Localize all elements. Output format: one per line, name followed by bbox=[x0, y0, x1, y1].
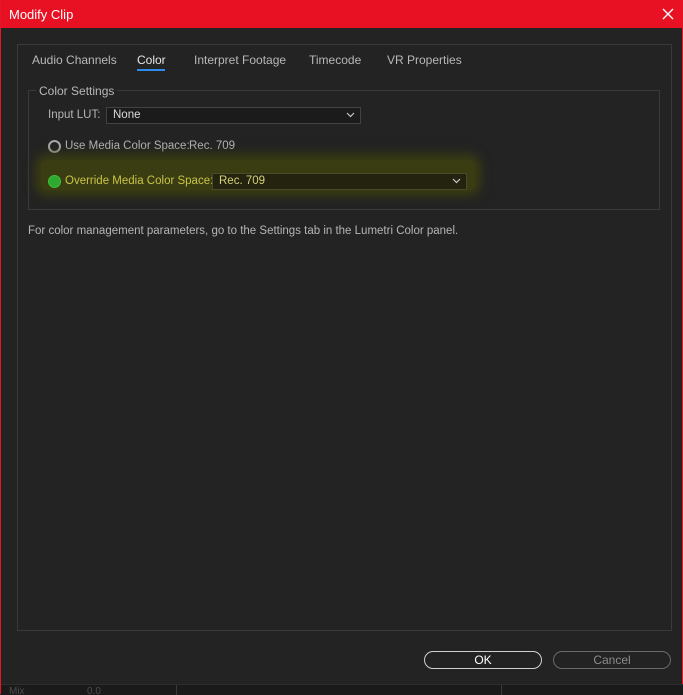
active-tab-indicator bbox=[137, 69, 165, 71]
chevron-down-icon bbox=[452, 178, 461, 184]
tab-timecode[interactable]: Timecode bbox=[309, 53, 361, 67]
title-bar[interactable]: Modify Clip bbox=[1, 0, 683, 28]
override-media-color-space-select[interactable]: Rec. 709 bbox=[212, 173, 467, 190]
input-lut-select[interactable]: None bbox=[106, 107, 361, 124]
tab-bar: Audio Channels Color Interpret Footage T… bbox=[18, 45, 671, 75]
background-panel-strip: Mix 0.0 bbox=[1, 684, 683, 695]
cancel-button[interactable]: Cancel bbox=[553, 651, 671, 669]
color-management-info-text: For color management parameters, go to t… bbox=[28, 225, 459, 237]
color-settings-group: Color Settings Input LUT: None Use Media… bbox=[28, 84, 660, 210]
tab-audio-channels[interactable]: Audio Channels bbox=[32, 53, 117, 67]
content-panel: Audio Channels Color Interpret Footage T… bbox=[17, 44, 672, 631]
tab-color[interactable]: Color bbox=[137, 53, 166, 67]
input-lut-value: None bbox=[113, 109, 141, 121]
input-lut-label: Input LUT: bbox=[48, 109, 101, 121]
close-icon bbox=[662, 8, 674, 20]
window-title: Modify Clip bbox=[9, 7, 74, 22]
override-media-color-space-radio[interactable] bbox=[48, 175, 61, 188]
use-media-color-space-radio[interactable] bbox=[48, 140, 61, 153]
tab-vr-properties[interactable]: VR Properties bbox=[387, 53, 462, 67]
use-media-color-space-label: Use Media Color Space: bbox=[65, 140, 190, 152]
modify-clip-dialog: Modify Clip Audio Channels Color Interpr… bbox=[0, 0, 683, 695]
override-media-color-space-value: Rec. 709 bbox=[219, 175, 266, 187]
tab-interpret-footage[interactable]: Interpret Footage bbox=[194, 53, 286, 67]
close-button[interactable] bbox=[652, 0, 683, 28]
color-settings-title: Color Settings bbox=[36, 84, 118, 98]
override-media-color-space-label: Override Media Color Space: bbox=[65, 175, 214, 187]
use-media-color-space-value: Rec. 709 bbox=[189, 140, 236, 152]
chevron-down-icon bbox=[346, 112, 355, 118]
ok-button[interactable]: OK bbox=[424, 651, 542, 669]
